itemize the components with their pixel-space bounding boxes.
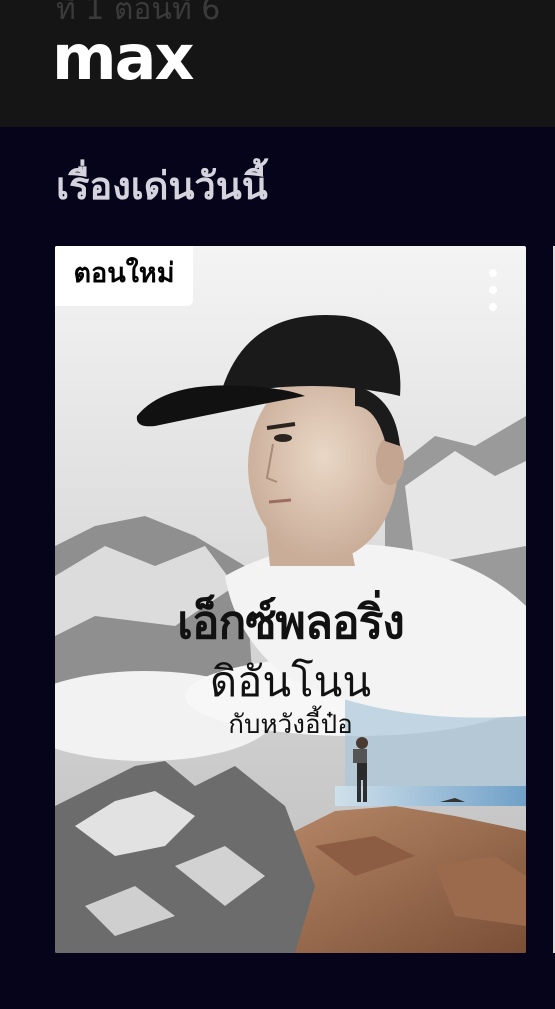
featured-card[interactable]: ตอนใหม่ เอ็กซ์พลอริ่ง ดิอันโนน กับหวังอี…	[55, 246, 526, 953]
dot-icon	[489, 285, 497, 294]
poster-title-line3: กับหวังอี้ป๋อ	[228, 710, 353, 740]
dot-icon	[489, 303, 497, 312]
more-options-icon[interactable]	[478, 264, 508, 316]
top-app-bar: ที่ 1 ตอนที่ 6 max	[0, 0, 555, 127]
dot-icon	[489, 268, 497, 277]
section-title: เรื่องเด่นวันนี้	[56, 164, 268, 208]
new-episode-badge: ตอนใหม่	[55, 246, 193, 306]
max-logo[interactable]: max	[52, 27, 194, 89]
